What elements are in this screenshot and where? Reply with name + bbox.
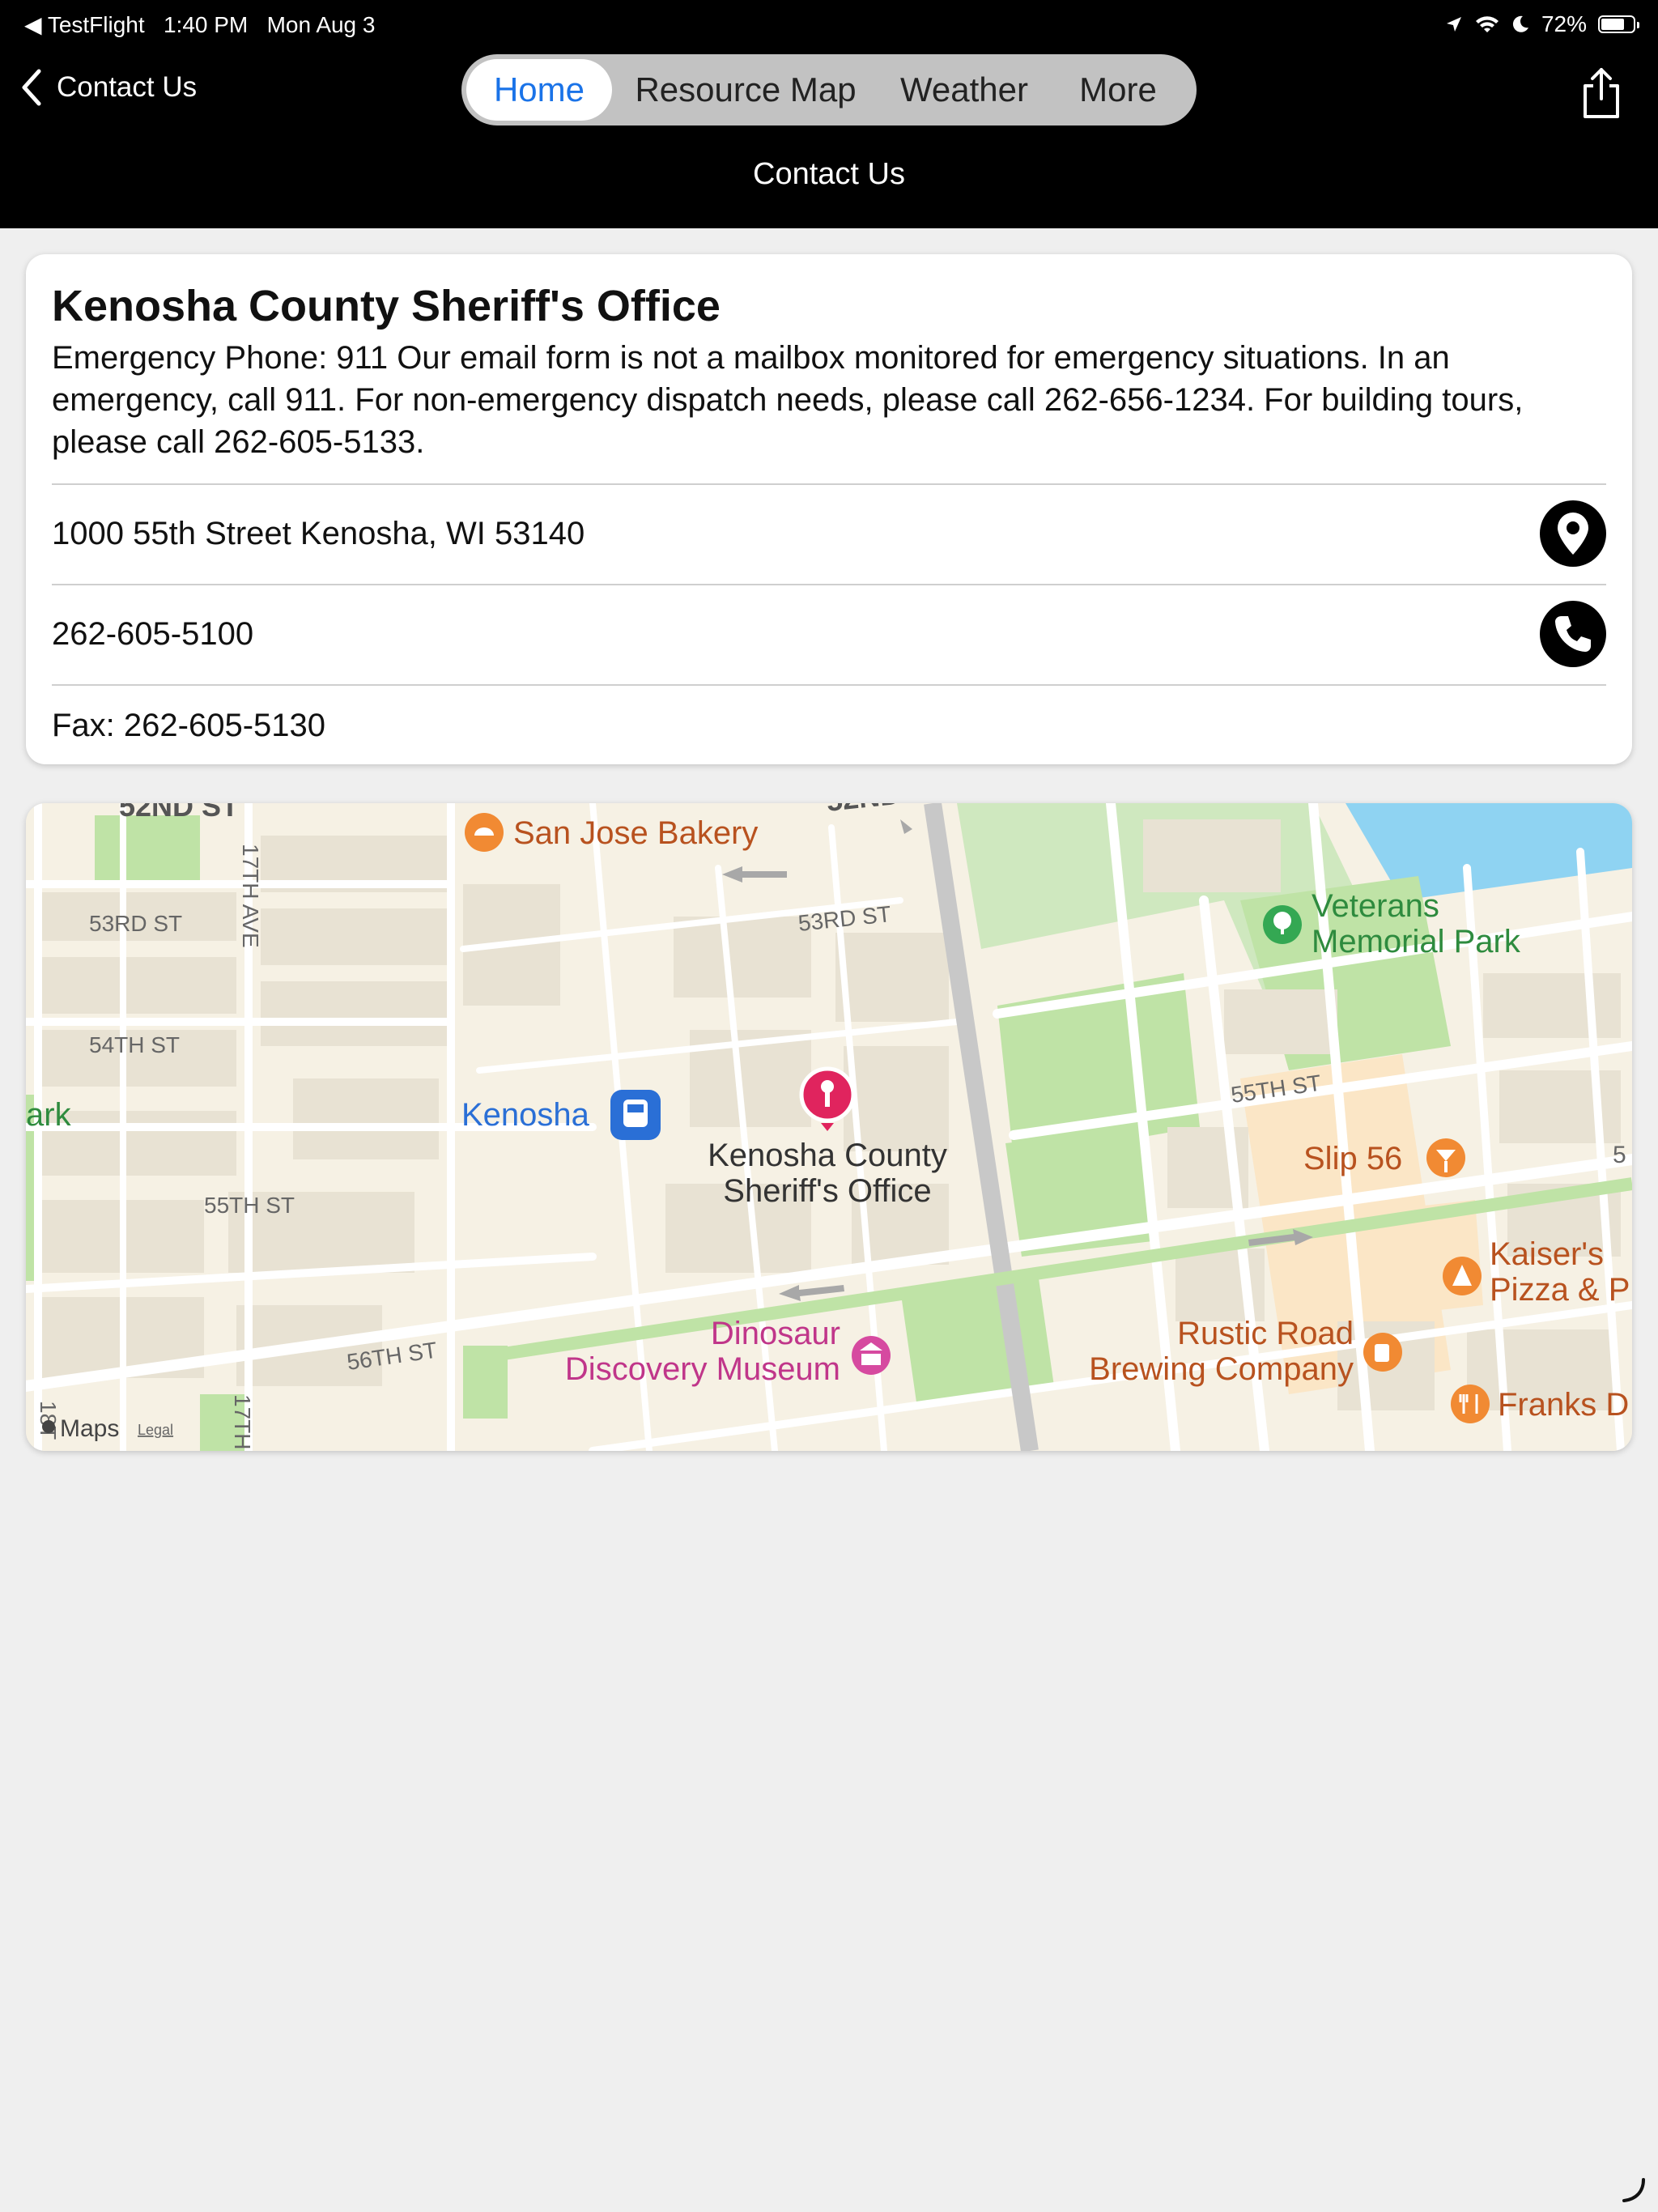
poi-sheriff-line2[interactable]: Sheriff's Office xyxy=(723,1173,931,1209)
map-view[interactable]: 52ND ST 52ND ST 53RD ST 53RD ST 54TH ST … xyxy=(26,803,1632,1451)
poi-kaiser-line1[interactable]: Kaiser's xyxy=(1490,1236,1604,1272)
back-button[interactable]: Contact Us xyxy=(19,68,197,107)
street-54th: 54TH ST xyxy=(89,1032,180,1057)
poi-veterans-line1[interactable]: Veterans xyxy=(1312,888,1439,924)
poi-dino-line1[interactable]: Dinosaur xyxy=(711,1316,840,1351)
tab-weather[interactable]: Weather xyxy=(879,59,1049,121)
contact-card: Kenosha County Sheriff's Office Emergenc… xyxy=(26,254,1632,764)
street-17th-ave: 17TH AVE xyxy=(238,844,263,948)
street-52nd-left: 52ND ST xyxy=(119,803,239,823)
back-to-app-icon[interactable]: ◀ xyxy=(24,12,48,37)
tab-more[interactable]: More xyxy=(1049,59,1187,121)
address-row[interactable]: 1000 55th Street Kenosha, WI 53140 xyxy=(52,495,1606,572)
fax-row: Fax: 262-605-5130 xyxy=(52,696,1606,755)
fax-text: Fax: 262-605-5130 xyxy=(52,707,326,743)
map-edge-label: 5 xyxy=(1613,1142,1626,1168)
legal-link[interactable]: Legal xyxy=(138,1422,173,1438)
contact-name: Kenosha County Sheriff's Office xyxy=(52,282,721,330)
phone-text: 262-605-5100 xyxy=(52,615,254,652)
restaurant-icon[interactable] xyxy=(1451,1385,1490,1423)
park-area xyxy=(463,1346,508,1419)
status-time: 1:40 PM xyxy=(163,12,249,37)
maps-attribution: Maps xyxy=(60,1415,119,1442)
contact-description: Emergency Phone: 911 Our email form is n… xyxy=(52,340,1524,460)
wifi-icon xyxy=(1475,16,1499,32)
nav-title: Contact Us xyxy=(753,157,905,191)
call-button[interactable] xyxy=(1540,601,1606,667)
phone-icon xyxy=(1555,616,1591,652)
apple-logo-icon xyxy=(42,1420,55,1433)
tab-segmented-control: Home Resource Map Weather More xyxy=(461,54,1197,125)
poi-franks[interactable]: Franks D xyxy=(1498,1387,1629,1423)
street-17th: 17TH xyxy=(230,1394,255,1449)
status-date: Mon Aug 3 xyxy=(266,12,376,37)
address-text: 1000 55th Street Kenosha, WI 53140 xyxy=(52,515,585,551)
poi-rustic-line2[interactable]: Brewing Company xyxy=(1089,1351,1354,1387)
poi-dino-line2[interactable]: Discovery Museum xyxy=(565,1351,840,1387)
divider xyxy=(52,584,1606,585)
map-pin-icon xyxy=(1558,513,1588,555)
poi-slip-56[interactable]: Slip 56 xyxy=(1303,1141,1402,1176)
tab-home[interactable]: Home xyxy=(466,59,612,121)
status-bar-left: ◀ TestFlight 1:40 PM Mon Aug 3 xyxy=(24,11,375,38)
street-55th-left: 55TH ST xyxy=(204,1193,295,1218)
share-icon[interactable] xyxy=(1577,66,1626,120)
park-area xyxy=(95,815,200,880)
street-53rd-left: 53RD ST xyxy=(89,911,182,936)
poi-rustic-line1[interactable]: Rustic Road xyxy=(1177,1316,1354,1351)
battery-icon xyxy=(1598,15,1639,33)
tab-resource-map[interactable]: Resource Map xyxy=(612,59,879,121)
poi-san-jose-bakery[interactable]: San Jose Bakery xyxy=(513,815,758,851)
location-arrow-icon xyxy=(1446,17,1461,32)
map-canvas[interactable]: 52ND ST 52ND ST 53RD ST 53RD ST 54TH ST … xyxy=(26,803,1632,1451)
poi-sheriff-line1[interactable]: Kenosha County xyxy=(708,1138,947,1173)
poi-kenosha-station[interactable]: Kenosha xyxy=(461,1097,590,1133)
back-button-label: Contact Us xyxy=(57,71,198,103)
status-bar-right: 72% xyxy=(1444,11,1639,37)
poi-veterans-line2[interactable]: Memorial Park xyxy=(1312,924,1521,959)
poi-kaiser-line2[interactable]: Pizza & P xyxy=(1490,1272,1630,1308)
poi-park-left[interactable]: ark xyxy=(26,1097,72,1133)
moon-icon xyxy=(1512,15,1528,32)
phone-row[interactable]: 262-605-5100 xyxy=(52,595,1606,673)
resize-handle-icon[interactable] xyxy=(1619,2175,1648,2204)
divider xyxy=(52,684,1606,686)
divider xyxy=(52,483,1606,485)
chevron-left-icon xyxy=(22,69,41,106)
status-app[interactable]: TestFlight xyxy=(48,12,145,37)
battery-percent: 72% xyxy=(1541,11,1587,36)
map-pin-button[interactable] xyxy=(1540,500,1606,567)
navigation-bar: ◀ TestFlight 1:40 PM Mon Aug 3 72% Conta… xyxy=(0,0,1658,228)
